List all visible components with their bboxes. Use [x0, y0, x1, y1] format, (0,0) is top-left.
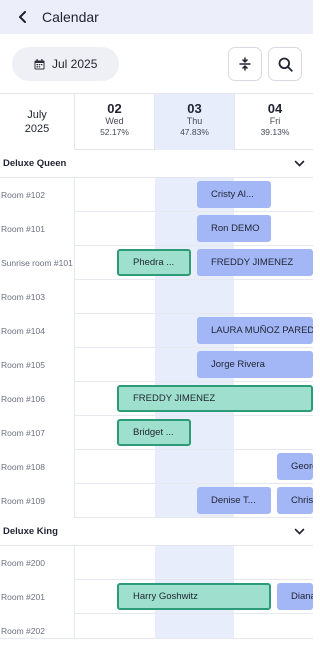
- booking-bar[interactable]: Ron DEMO: [197, 215, 271, 242]
- day-column-header[interactable]: 04 Fri 39.13%: [235, 94, 313, 150]
- booking-bar[interactable]: Denise T...: [197, 487, 271, 514]
- room-label: Room #101: [0, 212, 75, 246]
- day-number: 03: [187, 101, 202, 116]
- day-column-header-today[interactable]: 03 Thu 47.83%: [155, 94, 235, 150]
- booking-bar[interactable]: Diana: [277, 583, 313, 610]
- collapse-rows-icon: [239, 57, 251, 71]
- app-header: Calendar: [0, 0, 313, 34]
- room-label: Room #200: [0, 546, 75, 580]
- month-picker-label: Jul 2025: [52, 57, 98, 71]
- calendar-icon: [34, 58, 45, 69]
- month-picker-button[interactable]: Jul 2025: [12, 47, 119, 81]
- collapse-rows-button[interactable]: [228, 47, 262, 81]
- page-title: Calendar: [42, 9, 99, 25]
- day-weekday: Thu: [186, 116, 203, 126]
- booking-bar[interactable]: Chris: [277, 487, 313, 514]
- day-weekday: Wed: [105, 116, 124, 126]
- day-weekday: Fri: [269, 116, 281, 126]
- room-label: Room #103: [0, 280, 75, 314]
- booking-bar[interactable]: LAURA MUÑOZ PAREDES: [197, 317, 313, 344]
- room-row: Room #108: [0, 450, 313, 484]
- room-label: Room #109: [0, 484, 75, 518]
- booking-bar[interactable]: Georgia: [277, 453, 313, 480]
- day-occupancy: 47.83%: [180, 127, 209, 137]
- day-occupancy: 39.13%: [260, 127, 290, 137]
- chevron-left-icon: [19, 11, 26, 23]
- room-label: Room #106: [0, 382, 75, 416]
- month-year-cell: July 2025: [0, 94, 75, 150]
- day-column-header[interactable]: 02 Wed 52.17%: [75, 94, 155, 150]
- month-label: July: [27, 109, 47, 121]
- calendar-toolbar: Jul 2025: [0, 34, 313, 93]
- year-label: 2025: [24, 123, 50, 135]
- booking-bar[interactable]: Cristy Al...: [197, 181, 271, 208]
- booking-bar[interactable]: Bridget ...: [117, 419, 191, 446]
- search-icon: [278, 57, 293, 72]
- date-header-row: July 2025 02 Wed 52.17% 03 Thu 47.83% 04…: [0, 93, 313, 150]
- room-type-name: Deluxe King: [3, 526, 58, 537]
- chevron-down-icon[interactable]: [294, 526, 305, 537]
- room-label: Room #104: [0, 314, 75, 348]
- search-button[interactable]: [268, 47, 302, 81]
- room-label: Room #108: [0, 450, 75, 484]
- day-number: 04: [267, 101, 283, 116]
- room-label: Sunrise room #101: [0, 246, 75, 280]
- room-type-name: Deluxe Queen: [3, 158, 67, 169]
- calendar-grid: July 2025 02 Wed 52.17% 03 Thu 47.83% 04…: [0, 93, 313, 652]
- booking-bar[interactable]: FREDDY JIMENEZ: [197, 249, 313, 276]
- back-button[interactable]: [6, 0, 40, 34]
- day-occupancy: 52.17%: [100, 127, 129, 137]
- room-label: Room #201: [0, 580, 75, 614]
- room-type-group-header[interactable]: Deluxe King: [0, 518, 313, 546]
- room-row: Room #200: [0, 546, 313, 580]
- day-number: 02: [107, 101, 122, 116]
- room-label: Room #105: [0, 348, 75, 382]
- booking-bar[interactable]: FREDDY JIMENEZ: [117, 385, 313, 412]
- room-label: Room #102: [0, 178, 75, 212]
- booking-bar[interactable]: Phedra ...: [117, 249, 191, 276]
- room-type-group-header[interactable]: Deluxe Queen: [0, 150, 313, 178]
- room-row: Room #103: [0, 280, 313, 314]
- room-label: Room #107: [0, 416, 75, 450]
- booking-bar[interactable]: Harry Goshwitz: [117, 583, 271, 610]
- grid-bottom-edge: [0, 638, 313, 652]
- chevron-down-icon[interactable]: [294, 158, 305, 169]
- booking-bar[interactable]: Jorge Rivera: [197, 351, 313, 378]
